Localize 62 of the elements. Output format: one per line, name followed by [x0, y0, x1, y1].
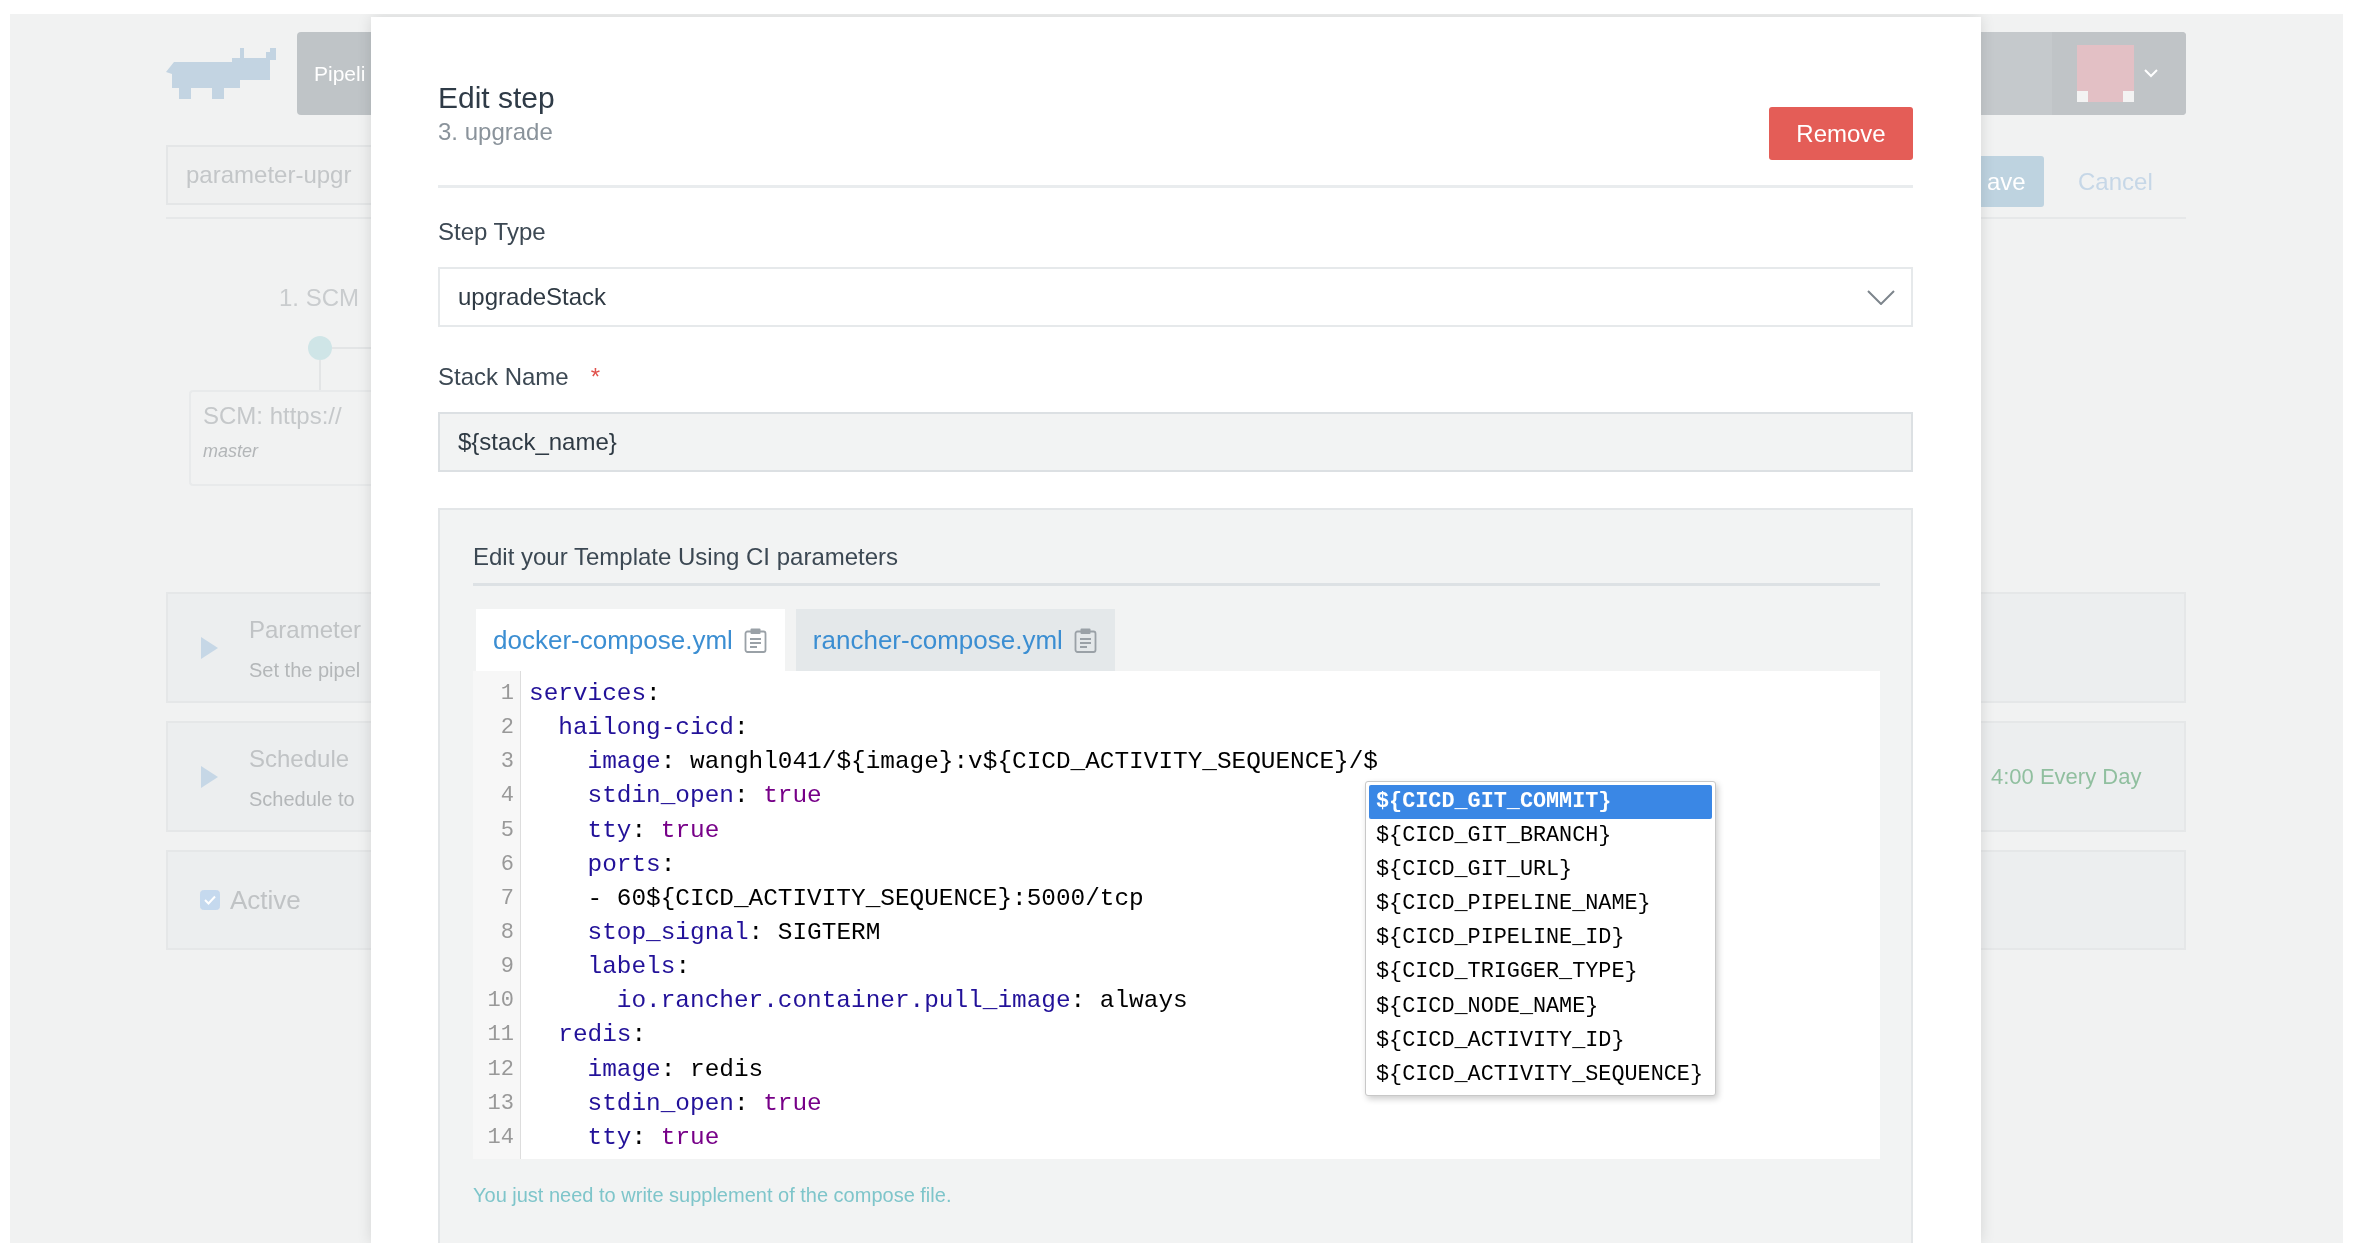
dialog-subtitle: 3. upgrade	[438, 117, 554, 147]
code-line: tty: true	[586, 815, 720, 846]
field-label: Stack Name	[438, 362, 569, 392]
code-line: stop_signal: SIGTERM	[586, 918, 881, 948]
code-line: - 60${CICD_ACTIVITY_SEQUENCE}:5000/tcp	[586, 883, 1144, 914]
dot-icon	[308, 336, 332, 360]
file-tab[interactable]: docker-compose.yml	[476, 609, 785, 671]
line-number: 14	[486, 1123, 514, 1152]
code-line: stdin_open: true	[586, 781, 822, 812]
code-line: stdin_open: true	[586, 1088, 822, 1119]
line-number: 3	[499, 748, 514, 777]
hint-text: You just need to write supplement of the compose file.	[473, 1183, 952, 1208]
schedule-summary: 4:00 Every Day	[1990, 763, 2142, 790]
line-number: 12	[486, 1055, 514, 1084]
autocomplete-item[interactable]: ${CICD_GIT_BRANCH}	[1369, 819, 1712, 854]
cow-logo-icon	[166, 48, 276, 99]
line-number: 10	[486, 987, 514, 1016]
autocomplete-item[interactable]: ${CICD_PIPELINE_ID}	[1369, 921, 1712, 956]
autocomplete-item[interactable]: ${CICD_TRIGGER_TYPE}	[1369, 955, 1712, 990]
autocomplete-item[interactable]: ${CICD_ACTIVITY_SEQUENCE}	[1369, 1057, 1712, 1092]
dialog-title: Edit step	[438, 80, 555, 116]
code-line: ports:	[586, 849, 676, 880]
code-line: tty: true	[586, 1122, 720, 1153]
panel-description: Schedule to	[249, 786, 355, 812]
code-line: hailong-cicd:	[557, 713, 749, 744]
remove-button[interactable]: Remove	[1769, 107, 1913, 160]
line-number: 9	[499, 953, 514, 982]
line-number: 4	[499, 782, 514, 811]
field-label: Step Type	[438, 217, 546, 247]
autocomplete-item[interactable]: ${CICD_PIPELINE_NAME}	[1369, 887, 1712, 922]
autocomplete-item[interactable]: ${CICD_GIT_URL}	[1369, 853, 1712, 888]
line-number: 5	[499, 816, 514, 845]
code-line: labels:	[586, 952, 690, 983]
code-line: services:	[529, 679, 661, 709]
code-line: io.rancher.container.pull_image: always	[615, 986, 1188, 1017]
section-title: Edit your Template Using CI parameters	[473, 542, 1880, 586]
user-menu-button[interactable]	[2052, 32, 2186, 115]
line-number: 8	[499, 919, 514, 947]
required-mark: *	[590, 362, 601, 392]
checkbox[interactable]	[200, 890, 220, 910]
line-number: 13	[486, 1089, 514, 1118]
line-number: 2	[499, 714, 514, 743]
autocomplete-item[interactable]: ${CICD_NODE_NAME}	[1369, 989, 1712, 1024]
line-number: 1	[499, 680, 514, 708]
code-line: image: wanghl041/${image}:v${CICD_ACTIVITY_SEQUENCE}/$	[586, 747, 1378, 778]
clipboard-icon	[1073, 627, 1097, 653]
clipboard-icon	[743, 627, 767, 653]
autocomplete-item[interactable]: ${CICD_ACTIVITY_ID}	[1369, 1023, 1712, 1058]
panel-description: Set the pipel	[249, 657, 361, 683]
branch-name: master	[203, 440, 258, 463]
code-editor[interactable]	[473, 671, 1880, 1159]
chevron-down-icon	[1867, 289, 1895, 305]
dropdown-select[interactable]: upgradeStack	[438, 267, 1913, 327]
autocomplete-item[interactable]: ${CICD_GIT_COMMIT}	[1369, 785, 1712, 820]
code-line: redis:	[557, 1020, 647, 1051]
avatar-icon	[2077, 45, 2134, 102]
line-number: 6	[499, 850, 514, 879]
line-number: 11	[486, 1021, 514, 1050]
text-field[interactable]: ${stack_name}	[438, 412, 1913, 472]
chevron-down-icon	[2144, 69, 2158, 78]
line-number: 7	[499, 884, 514, 913]
code-line: image: redis	[586, 1054, 764, 1085]
